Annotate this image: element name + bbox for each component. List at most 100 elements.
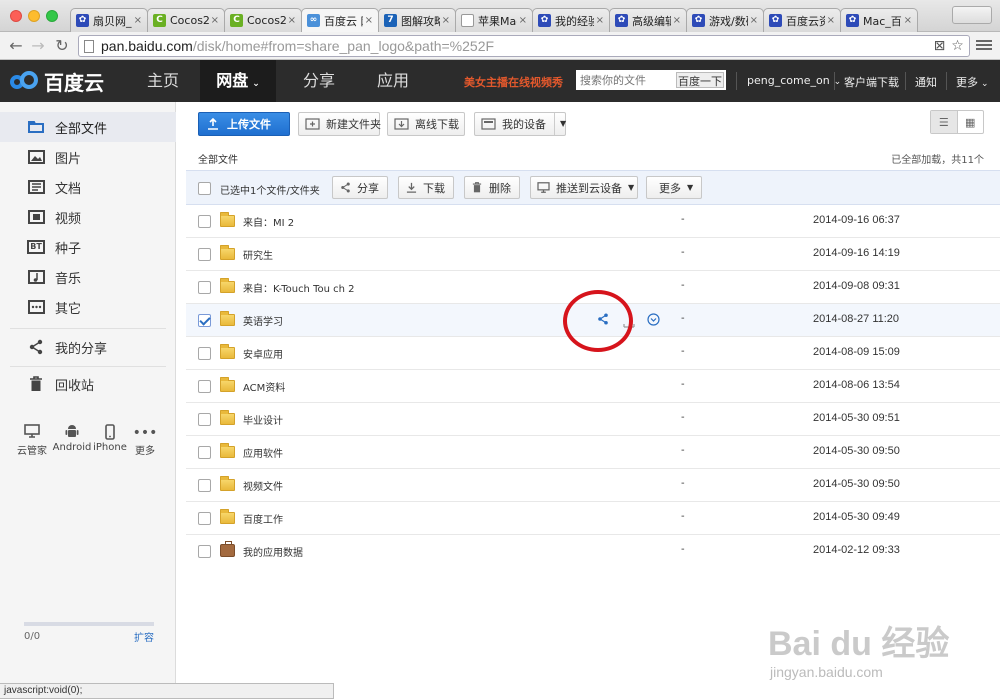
upload-button[interactable]: 上传文件 [198,112,290,136]
table-row[interactable]: 我的应用数据 - 2014-02-12 09:33 [186,535,1000,568]
notify-link[interactable]: 通知 [915,74,937,90]
nav-share[interactable]: 分享 [282,60,356,102]
user-menu[interactable]: peng_come_on ⌄ [747,74,841,87]
window-minimize-button[interactable] [28,10,40,22]
browser-tab[interactable]: 7图解攻略× [378,8,456,32]
window-zoom-button[interactable] [46,10,58,22]
delete-button[interactable]: 删除 [464,176,520,199]
back-arrow-icon[interactable]: ← [6,36,26,56]
row-checkbox[interactable] [198,281,211,294]
tab-close-icon[interactable]: × [442,15,450,26]
row-checkbox[interactable] [198,512,211,525]
row-checkbox[interactable] [198,413,211,426]
search-button[interactable]: 百度一下 [676,72,724,88]
tab-close-icon[interactable]: × [750,15,758,26]
share-button[interactable]: 分享 [332,176,388,199]
table-row[interactable]: 研究生 - 2014-09-16 14:19 [186,238,1000,271]
breadcrumb[interactable]: 全部文件 [198,151,238,166]
file-name[interactable]: 英语学习 [243,313,283,328]
nav-apps[interactable]: 应用 [356,60,430,102]
baidu-cloud-logo[interactable]: 百度云 [10,68,104,95]
client-download-link[interactable]: 客户端下载 [844,74,899,90]
new-folder-button[interactable]: 新建文件夹 [298,112,381,136]
promo-link[interactable]: 美女主播在线视频秀 [464,74,563,90]
sidebar-item-videos[interactable]: 视频 [0,202,176,232]
my-devices-button[interactable]: 我的设备 ▼ [474,112,566,136]
file-name[interactable]: 来自：MI 2 [243,214,294,229]
offline-download-button[interactable]: 离线下载 [387,112,465,136]
browser-tab[interactable]: ✿高级编辑× [609,8,687,32]
row-checkbox[interactable] [198,347,211,360]
sidebar-item-other[interactable]: 其它 [0,292,176,322]
sidebar-item-all-files[interactable]: 全部文件 [0,112,176,142]
browser-tab[interactable]: 苹果Mac× [455,8,533,32]
fullscreen-button[interactable] [952,6,992,24]
row-checkbox[interactable] [198,446,211,459]
table-row[interactable]: 毕业设计 - 2014-05-30 09:51 [186,403,1000,436]
list-view-icon[interactable]: ☰ [931,111,958,133]
bookmark-star-icon[interactable]: ☆ [950,39,965,54]
row-checkbox[interactable] [198,248,211,261]
forward-arrow-icon[interactable]: → [28,36,48,56]
sidebar-item-images[interactable]: 图片 [0,142,176,172]
sidebar-item-docs[interactable]: 文档 [0,172,176,202]
device-more[interactable]: ••• 更多 [125,424,165,457]
search-input[interactable] [576,70,676,90]
table-row[interactable]: 百度工作 - 2014-05-30 09:49 [186,502,1000,535]
browser-tab[interactable]: C Cocos2 × [147,8,225,32]
sidebar-item-recycle-bin[interactable]: 回收站 [0,369,176,399]
caret-down-icon[interactable]: ▼ [554,113,566,135]
browser-tab[interactable]: ✿我的经验× [532,8,610,32]
sidebar-item-my-share[interactable]: 我的分享 [0,332,176,362]
sidebar-item-music[interactable]: 音乐 [0,262,176,292]
file-name[interactable]: 研究生 [243,247,273,262]
browser-tab[interactable]: ✿ 扇贝网_ × [70,8,148,32]
quota-expand-link[interactable]: 扩容 [134,629,154,644]
address-bar[interactable]: pan.baidu.com/disk/home#from=share_pan_l… [78,35,970,57]
extension-icon[interactable]: ⊠ [932,39,947,54]
push-to-device-button[interactable]: 推送到云设备 ▼ [530,176,638,199]
row-checkbox[interactable] [198,545,211,558]
more-actions-button[interactable]: 更多 ▼ [646,176,702,199]
row-checkbox-checked[interactable] [198,314,211,327]
browser-tab[interactable]: ✿百度云资× [763,8,841,32]
file-name[interactable]: 应用软件 [243,445,283,460]
browser-tab[interactable]: ✿Mac_百度× [840,8,918,32]
device-cloud-manager[interactable]: 云管家 [12,424,52,457]
grid-view-icon[interactable]: ▦ [958,111,984,133]
file-name[interactable]: 安卓应用 [243,346,283,361]
row-more-icon[interactable] [645,311,661,327]
reload-icon[interactable]: ↻ [52,36,72,56]
row-checkbox[interactable] [198,479,211,492]
window-close-button[interactable] [10,10,22,22]
row-checkbox[interactable] [198,215,211,228]
url-text[interactable]: pan.baidu.com/disk/home#from=share_pan_l… [101,38,494,54]
browser-tab[interactable]: ✿游戏/数码× [686,8,764,32]
table-row[interactable]: 来自：MI 2 - 2014-09-16 06:37 [186,205,1000,238]
table-row[interactable]: 应用软件 - 2014-05-30 09:50 [186,436,1000,469]
file-name[interactable]: ACM资料 [243,379,285,394]
tab-close-icon[interactable]: × [904,15,912,26]
tab-close-icon[interactable]: × [211,15,219,26]
file-name[interactable]: 毕业设计 [243,412,283,427]
nav-netdisk[interactable]: 网盘 ⌄ [200,60,276,102]
download-button[interactable]: 下载 [398,176,454,199]
file-name[interactable]: 百度工作 [243,511,283,526]
device-iphone[interactable]: iPhone [90,424,130,453]
nav-home[interactable]: 主页 [126,60,200,102]
browser-tab[interactable]: C Cocos2 × [224,8,302,32]
file-name[interactable]: 视频文件 [243,478,283,493]
table-row[interactable]: 视频文件 - 2014-05-30 09:50 [186,469,1000,502]
table-row[interactable]: ACM资料 - 2014-08-06 13:54 [186,370,1000,403]
device-android[interactable]: Android [52,424,92,453]
sidebar-item-torrents[interactable]: BT 种子 [0,232,176,262]
file-name[interactable]: 我的应用数据 [243,544,303,559]
hamburger-menu-icon[interactable] [976,38,992,54]
file-name[interactable]: 来自：K-Touch Tou ch 2 [243,280,355,295]
tab-close-icon[interactable]: × [288,15,296,26]
tab-close-icon[interactable]: × [519,15,527,26]
browser-tab-active[interactable]: ∞百度云 网× [301,8,379,32]
tab-close-icon[interactable]: × [134,15,142,26]
more-menu[interactable]: 更多 ⌄ [956,74,989,90]
row-checkbox[interactable] [198,380,211,393]
